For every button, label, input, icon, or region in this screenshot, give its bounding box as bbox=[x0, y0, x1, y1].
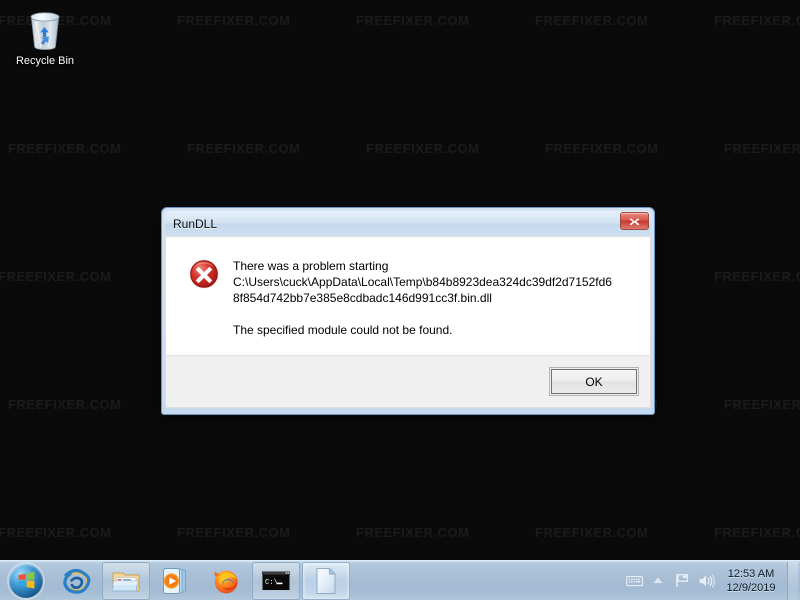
start-orb-icon bbox=[9, 563, 43, 598]
dialog-title: RunDLL bbox=[173, 216, 218, 231]
watermark-text: FREEFIXER.COM bbox=[356, 13, 470, 28]
watermark-text: FREEFIXER.COM bbox=[356, 525, 470, 540]
desktop[interactable]: FREEFIXER.COM FREEFIXER.COM FREEFIXER.COM F… bbox=[0, 0, 800, 600]
recycle-bin-label: Recycle Bin bbox=[15, 55, 75, 67]
taskbar-item-internet-explorer[interactable] bbox=[52, 562, 100, 600]
windows-media-player-icon bbox=[163, 567, 186, 594]
message-line-3: 8f854d742bb7e385e8cdbadc146d991cc3f.bin.… bbox=[233, 291, 492, 305]
dialog-body: There was a problem starting C:\Users\cu… bbox=[165, 236, 651, 355]
error-icon bbox=[188, 258, 220, 290]
taskbar-item-windows-explorer[interactable] bbox=[102, 561, 150, 600]
clock[interactable]: 12:53 AM 12/9/2019 bbox=[718, 561, 784, 600]
internet-explorer-icon bbox=[63, 568, 91, 594]
watermark-text: FREEFIXER.COM bbox=[366, 141, 480, 156]
taskbar-item-firefox[interactable] bbox=[202, 562, 250, 600]
taskbar-item-windows-media-player[interactable] bbox=[152, 562, 200, 600]
ok-button[interactable]: OK bbox=[549, 367, 639, 396]
watermark-text: FREEFIXER.COM bbox=[724, 397, 800, 412]
svg-text:C:\: C:\ bbox=[265, 579, 278, 587]
volume-icon[interactable] bbox=[694, 561, 718, 600]
watermark-text: FREEFIXER.COM bbox=[177, 525, 291, 540]
show-desktop-button[interactable] bbox=[787, 561, 798, 600]
command-prompt-icon: C:\ bbox=[261, 570, 291, 591]
network-flag-icon[interactable] bbox=[670, 561, 694, 600]
message-line-2: C:\Users\cuck\AppData\Local\Temp\b84b892… bbox=[233, 275, 612, 289]
system-tray[interactable]: 12:53 AM 12/9/2019 bbox=[622, 561, 800, 600]
taskbar-item-rundll-window[interactable] bbox=[302, 561, 350, 600]
watermark-text: FREEFIXER.COM bbox=[714, 525, 800, 540]
watermark-text: FREEFIXER.COM bbox=[0, 269, 112, 284]
document-icon bbox=[316, 566, 337, 594]
dialog-titlebar[interactable]: RunDLL bbox=[165, 211, 651, 236]
message-secondary: The specified module could not be found. bbox=[233, 323, 453, 337]
rundll-error-dialog[interactable]: RunDLL There was a problem starting C:\U… bbox=[161, 207, 655, 415]
clock-date: 12/9/2019 bbox=[726, 581, 776, 594]
recycle-bin-icon bbox=[24, 8, 66, 52]
watermark-text: FREEFIXER.COM bbox=[8, 397, 122, 412]
firefox-icon bbox=[214, 570, 238, 593]
clock-time: 12:53 AM bbox=[727, 567, 775, 580]
windows-explorer-icon bbox=[111, 572, 140, 591]
close-icon bbox=[629, 217, 640, 225]
dialog-message: There was a problem starting C:\Users\cu… bbox=[233, 257, 612, 355]
watermark-text: FREEFIXER.COM bbox=[177, 13, 291, 28]
taskbar-item-command-prompt[interactable]: C:\ bbox=[252, 561, 300, 600]
dialog-footer: OK bbox=[165, 355, 651, 408]
keyboard-icon[interactable] bbox=[622, 561, 646, 600]
watermark-text: FREEFIXER.COM bbox=[535, 13, 649, 28]
start-button[interactable] bbox=[0, 561, 52, 600]
desktop-icon-recycle-bin[interactable]: Recycle Bin bbox=[8, 6, 82, 68]
show-hidden-icons-icon[interactable] bbox=[646, 561, 670, 600]
taskbar[interactable]: C:\ 12:53 AM 12/9/2019 bbox=[0, 560, 800, 600]
watermark-text: FREEFIXER.COM bbox=[714, 13, 800, 28]
watermark-text: FREEFIXER.COM bbox=[187, 141, 301, 156]
message-line-1: There was a problem starting bbox=[233, 259, 389, 273]
watermark-text: FREEFIXER.COM bbox=[724, 141, 800, 156]
watermark-text: FREEFIXER.COM bbox=[0, 525, 112, 540]
watermark-text: FREEFIXER.COM bbox=[535, 525, 649, 540]
watermark-text: FREEFIXER.COM bbox=[8, 141, 122, 156]
close-button[interactable] bbox=[620, 212, 649, 230]
taskbar-items[interactable]: C:\ bbox=[52, 561, 352, 600]
watermark-text: FREEFIXER.COM bbox=[545, 141, 659, 156]
watermark-text: FREEFIXER.COM bbox=[714, 269, 800, 284]
